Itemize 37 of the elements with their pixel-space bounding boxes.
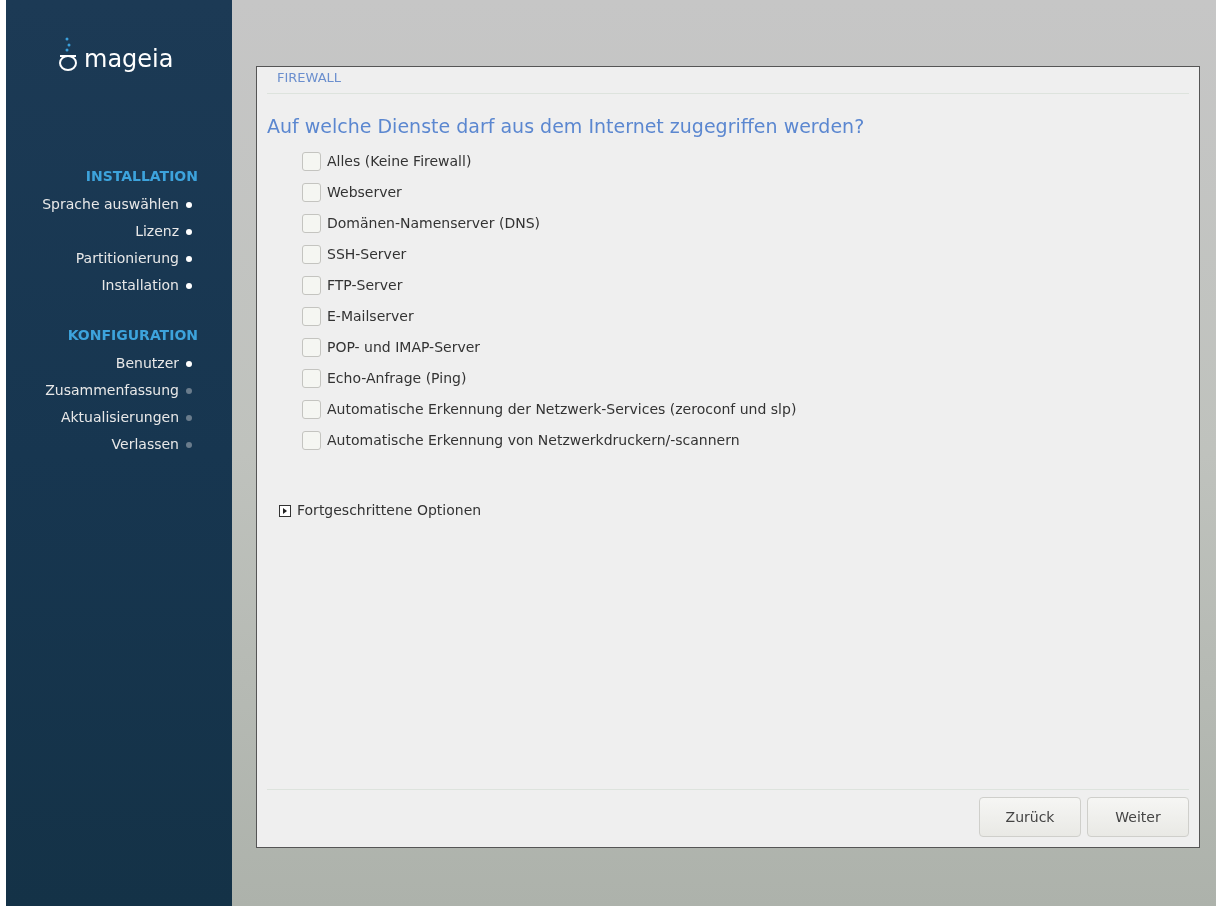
checkbox[interactable] [302,400,321,419]
checkbox-label: Automatische Erkennung von Netzwerkdruckern/-scannern [327,431,740,450]
checkbox[interactable] [302,369,321,388]
checkbox[interactable] [302,245,321,264]
checkbox[interactable] [302,152,321,171]
dialog-button[interactable]: Weiter [1087,797,1189,837]
checkbox[interactable] [302,431,321,450]
checkbox[interactable] [302,276,321,295]
checkbox-label: SSH-Server [327,245,407,264]
checkbox[interactable] [302,214,321,233]
checkbox[interactable] [302,183,321,202]
step-label: Aktualisierungen [60,408,179,427]
checkbox-label: Webserver [327,183,402,202]
cauldron-logo-icon [58,36,78,72]
section-heading: INSTALLATION [84,167,199,186]
step-label: Zusammenfassung [45,381,179,400]
step-label: Partitionierung [75,249,179,268]
step-label: Lizenz [135,222,179,241]
advanced-options-expander[interactable]: Fortgeschrittene Optionen [279,500,482,521]
section-heading: KONFIGURATION [66,326,199,345]
question-heading: Auf welche Dienste darf aus dem Internet zugegriffen werden? [267,113,866,139]
logo-text: mageia [84,47,174,71]
checkbox[interactable] [302,307,321,326]
dialog-button[interactable]: Zurück [979,797,1081,837]
step-label: Benutzer [115,354,179,373]
step-label: Installation [101,276,179,295]
checkbox-label: FTP-Server [327,276,403,295]
step-label: Verlassen [111,435,179,454]
checkbox[interactable] [302,338,321,357]
dialog-title: FIREWALL [267,67,1189,94]
checkbox-label: E-Mailserver [327,307,414,326]
checkbox-label: Echo-Anfrage (Ping) [327,369,467,388]
checkbox-label: Domänen-Namenserver (DNS) [327,214,540,233]
checkbox-label: Alles (Keine Firewall) [327,152,472,171]
checkbox-label: Automatische Erkennung der Netzwerk-Services (zeroconf und slp) [327,400,797,419]
step-label: Sprache auswählen [42,195,179,214]
checkbox-label: POP- und IMAP-Server [327,338,481,357]
